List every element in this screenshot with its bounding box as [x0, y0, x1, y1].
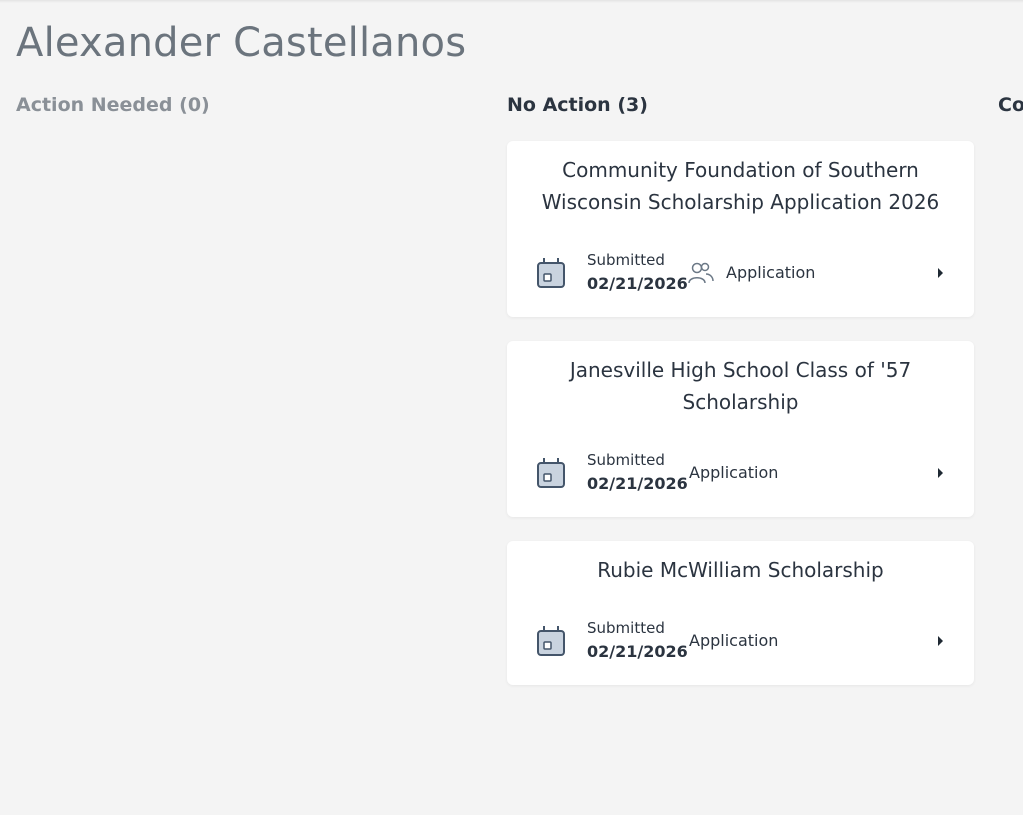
submitted-date: 02/21/2026 [587, 474, 688, 493]
submitted-info: Submitted 02/21/2026 [587, 249, 688, 297]
card-meta: Submitted 02/21/2026 Application [507, 617, 974, 665]
submitted-label: Submitted [587, 251, 665, 269]
card-meta: Submitted 02/21/2026 Application [507, 449, 974, 497]
submitted-info: Submitted 02/21/2026 [587, 617, 688, 665]
card-type-label: Application [689, 463, 779, 482]
card-title: Rubie McWilliam Scholarship [597, 558, 884, 582]
card-type-label: Application [689, 631, 779, 650]
submitted-date: 02/21/2026 [587, 642, 688, 661]
page-title: Alexander Castellanos [16, 20, 467, 66]
calendar-icon [537, 626, 565, 656]
card-title: Community Foundation of Southern Wiscons… [541, 158, 940, 214]
column-heading-complete: Co [998, 94, 1023, 116]
card-type-label: Application [726, 263, 816, 282]
submitted-label: Submitted [587, 619, 665, 637]
column-heading-action-needed: Action Needed (0) [16, 94, 210, 116]
card-meta: Submitted 02/21/2026 Application [507, 249, 974, 297]
column-heading-no-action: No Action (3) [507, 94, 648, 116]
submitted-label: Submitted [587, 451, 665, 469]
submitted-info: Submitted 02/21/2026 [587, 449, 688, 497]
calendar-icon [537, 458, 565, 488]
application-card[interactable]: Rubie McWilliam Scholarship Submitted 02… [507, 541, 974, 685]
caret-right-icon[interactable] [936, 467, 944, 479]
caret-right-icon[interactable] [936, 635, 944, 647]
application-card[interactable]: Janesville High School Class of '57 Scho… [507, 341, 974, 517]
caret-right-icon[interactable] [936, 267, 944, 279]
application-card[interactable]: Community Foundation of Southern Wiscons… [507, 141, 974, 317]
top-divider [0, 0, 1023, 3]
submitted-date: 02/21/2026 [587, 274, 688, 293]
card-title: Janesville High School Class of '57 Scho… [569, 358, 912, 414]
people-icon [688, 262, 714, 284]
calendar-icon [537, 258, 565, 288]
